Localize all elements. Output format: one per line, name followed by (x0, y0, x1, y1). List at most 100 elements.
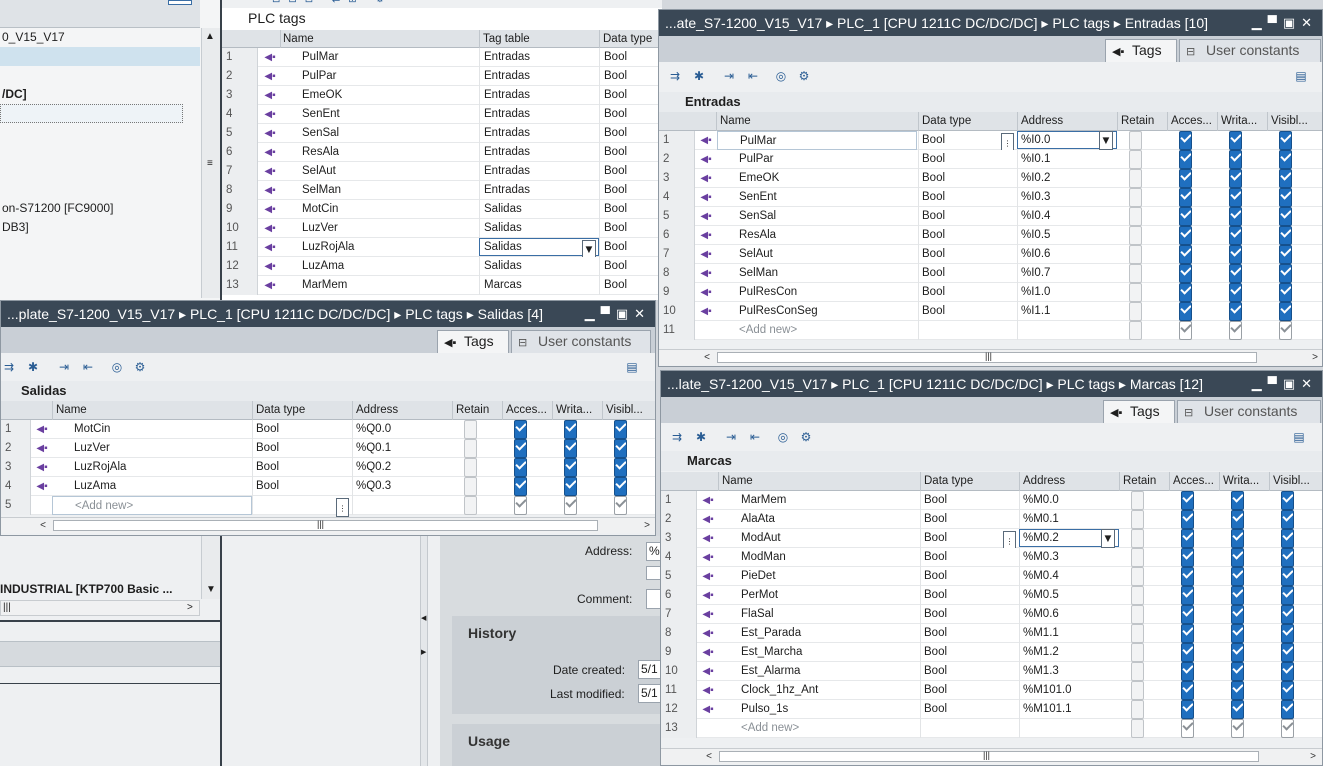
col-visible[interactable]: Visibl... (1269, 472, 1322, 491)
tag-name[interactable]: ModMan (719, 548, 919, 567)
visible-checkbox[interactable] (1281, 548, 1294, 567)
tag-name[interactable]: PerMot (719, 586, 919, 605)
accessible-checkbox[interactable] (1179, 226, 1192, 245)
accessible-checkbox[interactable] (1181, 643, 1194, 662)
retain-checkbox[interactable] (1129, 321, 1142, 340)
accessible-checkbox[interactable] (1181, 567, 1194, 586)
table-row[interactable]: 7 ◀▪ SelAut Entradas Bool (222, 162, 662, 181)
add-new-cell[interactable]: <Add new> (52, 496, 252, 515)
col-accessible[interactable]: Acces... (502, 401, 552, 420)
col-data-type[interactable]: Data type (252, 401, 352, 420)
col-accessible[interactable]: Acces... (1169, 472, 1219, 491)
writable-checkbox[interactable] (1231, 491, 1244, 510)
retain-checkbox[interactable] (1131, 548, 1144, 567)
scroll-right-icon[interactable]: > (187, 602, 193, 613)
export-icon[interactable]: ⇥ (721, 69, 737, 83)
tab-user-constants[interactable]: ⊟ User constants (1177, 400, 1321, 423)
writable-checkbox[interactable] (1229, 169, 1242, 188)
retain-checkbox[interactable] (1131, 510, 1144, 529)
tag-name[interactable]: LuzVer (302, 219, 478, 238)
data-type-cell[interactable] (918, 321, 1017, 340)
window-controls-icon[interactable]: ▁▀▣✕ (578, 301, 651, 327)
retain-checkbox[interactable] (464, 439, 477, 458)
retain-checkbox[interactable] (1131, 605, 1144, 624)
visible-checkbox[interactable] (1279, 188, 1292, 207)
data-type-cell[interactable]: Bool (599, 124, 662, 143)
data-type-cell[interactable]: Bool (920, 586, 1019, 605)
table-row[interactable]: 6 ◀▪ ResAla Bool %I0.5 (659, 226, 1322, 245)
tree-top-buttons[interactable] (168, 0, 192, 5)
visible-checkbox[interactable] (1281, 681, 1294, 700)
address-cell[interactable]: %M0.1 (1019, 510, 1119, 529)
retain-checkbox[interactable] (1129, 169, 1142, 188)
address-cell[interactable]: %Q0.1 (352, 439, 452, 458)
data-type-cell[interactable]: Bool (252, 420, 352, 439)
add-new-cell[interactable]: <Add new> (717, 321, 917, 340)
table-row[interactable]: 2 ◀▪ AlaAta Bool %M0.1 (661, 510, 1322, 529)
visible-checkbox[interactable] (614, 439, 627, 458)
writable-checkbox[interactable] (1229, 245, 1242, 264)
monitor-icon[interactable]: ◎ (775, 430, 791, 444)
data-type-cell[interactable]: Bool (918, 283, 1017, 302)
data-type-cell[interactable]: Bool (599, 219, 662, 238)
window-controls-icon[interactable]: ▁▀▣✕ (1245, 10, 1318, 36)
accessible-checkbox[interactable] (514, 420, 527, 439)
table-row[interactable]: 9 ◀▪ PulResCon Bool %I1.0 (659, 283, 1322, 302)
add-new-row[interactable]: 13 <Add new> (661, 719, 1322, 738)
col-data-type[interactable]: Data type (918, 112, 1017, 131)
monitor-icon[interactable]: ◎ (109, 360, 125, 374)
tag-name[interactable]: SelMan (302, 181, 478, 200)
add-new-row[interactable]: 5 <Add new> ⋮ (1, 496, 655, 517)
tag-name[interactable]: SenSal (302, 124, 478, 143)
table-row[interactable]: 4 ◀▪ SenEnt Bool %I0.3 (659, 188, 1322, 207)
writable-checkbox[interactable] (1231, 700, 1244, 719)
writable-checkbox[interactable] (1229, 283, 1242, 302)
retain-checkbox[interactable] (1131, 567, 1144, 586)
tag-name[interactable]: LuzRojAla (52, 458, 252, 477)
address-cell[interactable]: %I0.5 (1017, 226, 1117, 245)
writable-checkbox[interactable] (1229, 188, 1242, 207)
accessible-checkbox[interactable] (1181, 510, 1194, 529)
data-type-cell[interactable]: Bool (920, 624, 1019, 643)
col-writable[interactable]: Writa... (552, 401, 602, 420)
table-row[interactable]: 12 ◀▪ LuzAma Salidas Bool (222, 257, 662, 276)
scroll-right-icon[interactable]: > (1307, 350, 1322, 365)
tag-table-cell[interactable]: Entradas (479, 124, 599, 143)
import-icon[interactable]: ⇤ (745, 69, 761, 83)
table-row[interactable]: 3 ◀▪ LuzRojAla Bool %Q0.2 (1, 458, 655, 477)
writable-checkbox[interactable] (1231, 719, 1244, 738)
data-type-cell[interactable]: Bool (599, 181, 662, 200)
address-cell[interactable]: %M0.3 (1019, 548, 1119, 567)
col-name[interactable]: Name (716, 112, 918, 131)
table-row[interactable]: 1 ◀▪ PulMar Entradas Bool (222, 48, 662, 67)
visible-checkbox[interactable] (1279, 245, 1292, 264)
table-row[interactable]: 4 ◀▪ LuzAma Bool %Q0.3 (1, 477, 655, 496)
address-cell[interactable] (352, 496, 452, 515)
tag-name[interactable]: PulMar (302, 48, 478, 67)
toolbar-icons-icon[interactable]: ⊟⊟⊟ ⇄⊞ ⚙ (272, 0, 392, 5)
address-cell[interactable]: %I1.1 (1017, 302, 1117, 321)
tag-name[interactable]: PieDet (719, 567, 919, 586)
data-type-cell[interactable]: Bool (920, 643, 1019, 662)
col-visible[interactable]: Visibl... (602, 401, 655, 420)
tag-table-cell[interactable]: Entradas (479, 67, 599, 86)
salidas-hscroll[interactable]: < ||| > (1, 517, 655, 533)
scroll-left-icon[interactable]: < (699, 350, 715, 365)
writable-checkbox[interactable] (1229, 302, 1242, 321)
data-type-cell[interactable]: Bool (599, 238, 662, 257)
address-cell[interactable]: %I0.2 (1017, 169, 1117, 188)
table-row[interactable]: 1 ◀▪ MotCin Bool %Q0.0 (1, 420, 655, 439)
scroll-left-icon[interactable]: < (701, 749, 717, 764)
tag-name[interactable]: MarMem (302, 276, 478, 295)
tag-table-cell[interactable]: Entradas (479, 162, 599, 181)
data-type-cell[interactable]: Bool (920, 548, 1019, 567)
import-icon[interactable]: ⇤ (80, 360, 96, 374)
expand-arrow-icon[interactable]: ◀ (421, 614, 426, 622)
data-type-cell[interactable]: Bool (599, 86, 662, 105)
writable-checkbox[interactable] (1231, 548, 1244, 567)
table-row[interactable]: 1 ◀▪ PulMar Bool %I0.0 ⋮ ▼ (659, 131, 1322, 152)
visible-checkbox[interactable] (1279, 283, 1292, 302)
tag-table-cell[interactable]: Entradas (479, 86, 599, 105)
window-controls-icon[interactable]: ▁▀▣✕ (1245, 371, 1318, 397)
retain-checkbox[interactable] (1131, 643, 1144, 662)
